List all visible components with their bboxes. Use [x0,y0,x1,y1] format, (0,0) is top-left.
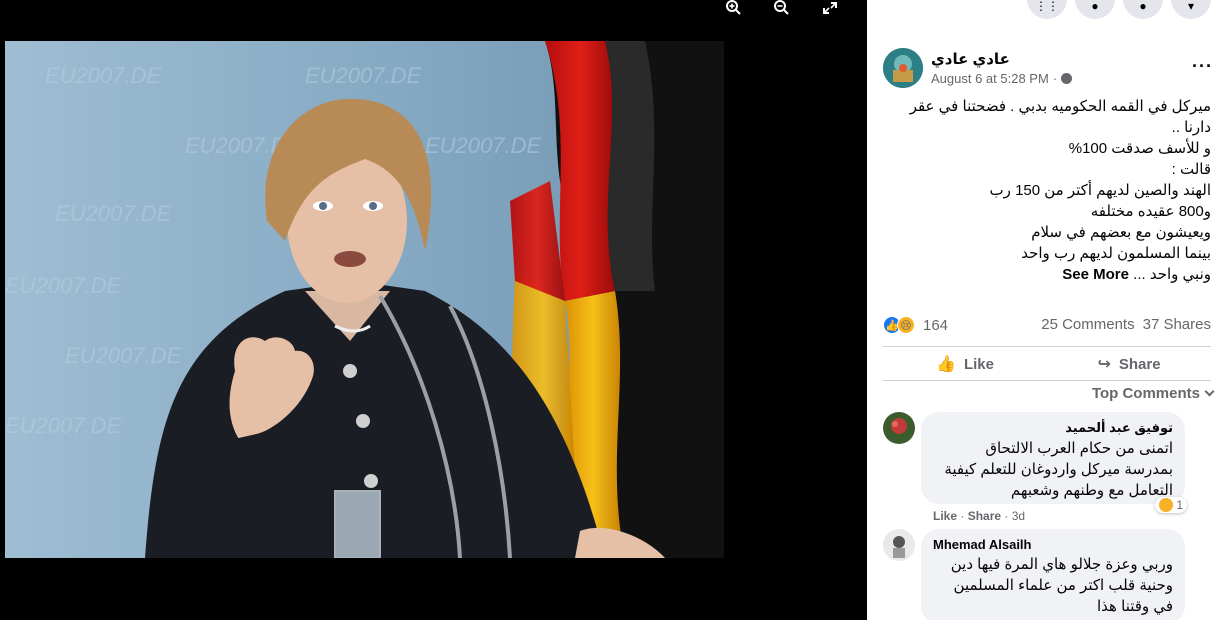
account-button[interactable]: ▾ [1171,0,1211,19]
messenger-icon: ● [1091,0,1099,13]
comment-text-line: في وقتنا هذا [1097,598,1173,615]
comment-text-line: اتمنى من حكام العرب الالتحاق [985,440,1173,457]
comment-actions: Like · Share · 3d [933,509,1025,523]
fullscreen-icon[interactable] [821,0,839,16]
meta-separator: · [1052,71,1058,86]
comment-share-link[interactable]: Share [968,509,1001,523]
viewer-toolbar [725,0,839,16]
divider [883,380,1211,381]
comment-action-separator: · [1004,509,1009,523]
post-header: عادي عادي August 6 at 5:28 PM · ··· [883,46,1213,90]
post-text-line: دارنا .. [1171,119,1211,136]
post-text-line: ويعيشون مع بعضهم في سلام [1031,224,1211,241]
svg-text:EU2007.DE: EU2007.DE [45,63,162,88]
comment-like-link[interactable]: Like [933,509,957,523]
comment-bubble: Mhemad Alsailh وربي وعزة جلالو هاي المرة… [921,529,1185,620]
commenter-avatar[interactable] [883,412,915,444]
comments-count[interactable]: 25 Comments [1041,316,1134,333]
comment-text: اتمنى من حكام العرب الالتحاق بمدرسة ميرك… [933,438,1173,501]
haha-reaction-icon [1159,498,1174,512]
more-options-icon[interactable]: ··· [1192,56,1213,77]
comment-age[interactable]: 3d [1012,509,1025,523]
photo-viewer: EU2007.DE EU2007.DE EU2007.DE EU2007.DE … [0,0,867,620]
post-text-line: ونبي واحد ... [1133,266,1211,283]
post-timestamp[interactable]: August 6 at 5:28 PM [931,71,1049,86]
menu-grid-button[interactable]: ⋮⋮ [1027,0,1067,19]
chevron-down-icon: ▾ [1187,0,1195,13]
svg-text:EU2007.DE: EU2007.DE [5,413,122,438]
post-text-line: الهند والصين لديهم أكتر من 150 رب [989,182,1211,199]
svg-text:EU2007.DE: EU2007.DE [65,343,182,368]
share-icon: ↪ [1097,356,1111,373]
comment-reaction-badge[interactable]: 1 [1155,497,1187,513]
zoom-out-icon[interactable] [773,0,791,16]
comment-text: وربي وعزة جلالو هاي المرة فيها دين وحنية… [933,554,1173,617]
post-photo: EU2007.DE EU2007.DE EU2007.DE EU2007.DE … [5,41,724,558]
comment-reaction-count: 1 [1176,498,1183,512]
svg-text:EU2007.DE: EU2007.DE [425,133,542,158]
messenger-button[interactable]: ● [1075,0,1115,19]
chevron-down-icon [1204,386,1215,397]
zoom-in-icon[interactable] [725,0,743,16]
reactions-summary[interactable]: 👍 😢 164 [883,316,948,334]
comment-sort-dropdown[interactable]: Top Comments [1091,385,1215,402]
share-label: Share [1118,355,1161,373]
like-label: Like [963,355,994,373]
post-actions: 👍 Like ↪ Share [883,350,1211,378]
post-text: ميركل في القمه الحكوميه بدبي . فضحتنا في… [881,96,1211,285]
comment-text-line: التعامل مع وطنهم وشعبهم [1010,482,1173,499]
divider [883,346,1211,347]
commenter-name[interactable]: Mhemad Alsailh [933,537,1173,552]
svg-text:EU2007.DE: EU2007.DE [55,201,172,226]
engagement-counts: 25 Comments 37 Shares [1041,316,1211,333]
see-more-link[interactable]: See More [1062,266,1129,283]
sad-reaction-icon: 😢 [897,316,915,334]
comment-action-separator: · [960,509,965,523]
comment-text-line: بمدرسة ميركل واردوغان للتعلم كيفية [944,461,1173,478]
bell-icon: ● [1139,0,1147,13]
thumbs-up-icon: 👍 [936,356,956,373]
post-text-line: و للأسف صدقت 100% [1068,140,1211,157]
shares-count[interactable]: 37 Shares [1143,316,1211,333]
notifications-button[interactable]: ● [1123,0,1163,19]
globe-icon [1061,73,1073,84]
like-button[interactable]: 👍 Like [883,350,1047,378]
comment-bubble: توفيق عبد ألحميد اتمنى من حكام العرب الا… [921,412,1185,504]
post-panel: ⋮⋮ ● ● ▾ عادي عادي August 6 at 5:28 PM ·… [867,0,1227,620]
post-author-name[interactable]: عادي عادي [931,50,1010,68]
post-text-line: ميركل في القمه الحكوميه بدبي . فضحتنا في… [909,98,1211,115]
comment-item: Mhemad Alsailh وربي وعزة جلالو هاي المرة… [883,529,1213,620]
commenter-avatar[interactable] [883,529,915,561]
post-text-line: بينما المسلمون لديهم رب واحد [1021,245,1211,262]
commenter-name[interactable]: توفيق عبد ألحميد [933,420,1173,436]
water-glass [334,490,381,558]
svg-text:EU2007.DE: EU2007.DE [305,63,422,88]
comment-text-line: وحنية قلب اكتر من علماء المسلمين [953,577,1173,594]
post-text-line: قالت : [1171,161,1211,178]
post-text-line: و800 عقيده مختلفه [1090,203,1211,220]
comment-text-line: وربي وعزة جلالو هاي المرة فيها دين [950,556,1173,573]
menu-grid-icon: ⋮⋮ [1035,0,1059,13]
author-avatar[interactable] [883,48,923,88]
post-text-last-line: ونبي واحد ... See More [881,264,1211,285]
comment-item: توفيق عبد ألحميد اتمنى من حكام العرب الا… [883,412,1213,527]
post-meta: August 6 at 5:28 PM · [931,71,1073,86]
comment-sort-label: Top Comments [1091,385,1200,402]
reaction-count[interactable]: 164 [923,317,948,334]
post-stats: 👍 😢 164 25 Comments 37 Shares [883,316,1211,336]
share-button[interactable]: ↪ Share [1047,350,1211,378]
svg-text:EU2007.DE: EU2007.DE [5,273,122,298]
